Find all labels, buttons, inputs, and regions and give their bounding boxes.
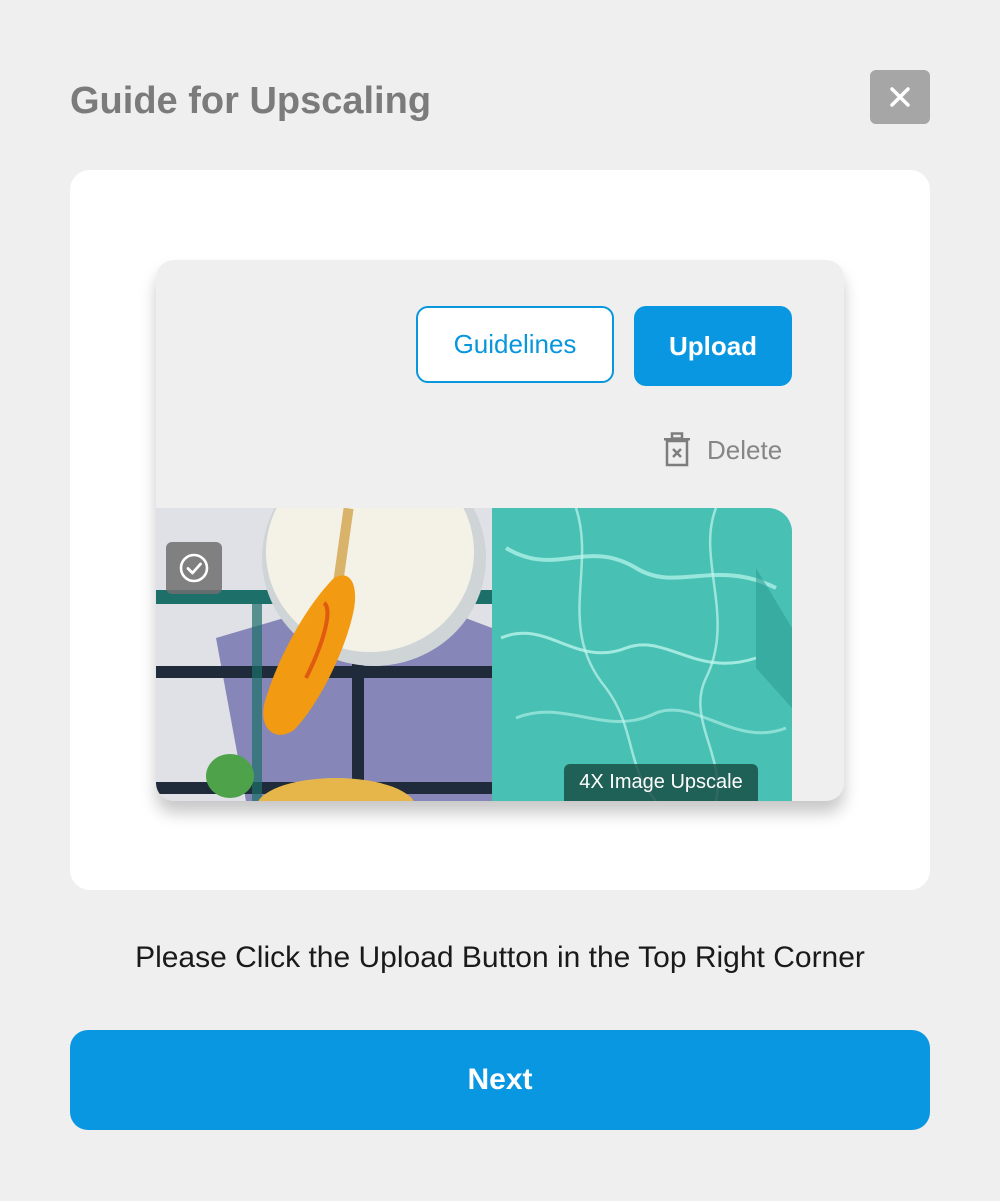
modal-title: Guide for Upscaling — [70, 80, 432, 122]
guidelines-button[interactable]: Guidelines — [416, 306, 614, 383]
delete-action[interactable]: Delete — [661, 430, 782, 470]
preview-panel: Guidelines Upload Delete 4X Image Upscal… — [156, 260, 844, 801]
trash-icon — [664, 432, 690, 467]
check-circle-icon — [179, 553, 209, 583]
image-thumbnail[interactable]: 4X Image Upscale — [156, 508, 792, 801]
instruction-text: Please Click the Upload Button in the To… — [135, 941, 865, 974]
upscale-guide-modal: Guide for Upscaling Guidelines Upload De… — [0, 0, 1000, 1201]
guide-illustration-card: Guidelines Upload Delete 4X Image Upscal… — [70, 170, 930, 890]
delete-label: Delete — [707, 434, 783, 465]
close-button[interactable] — [870, 70, 930, 124]
thumbnail-photo — [156, 508, 792, 801]
next-button[interactable]: Next — [70, 1030, 930, 1130]
upload-button[interactable]: Upload — [634, 306, 792, 386]
close-icon — [890, 87, 910, 107]
select-checkbox[interactable] — [166, 542, 222, 594]
upscale-badge: 4X Image Upscale — [564, 764, 758, 801]
